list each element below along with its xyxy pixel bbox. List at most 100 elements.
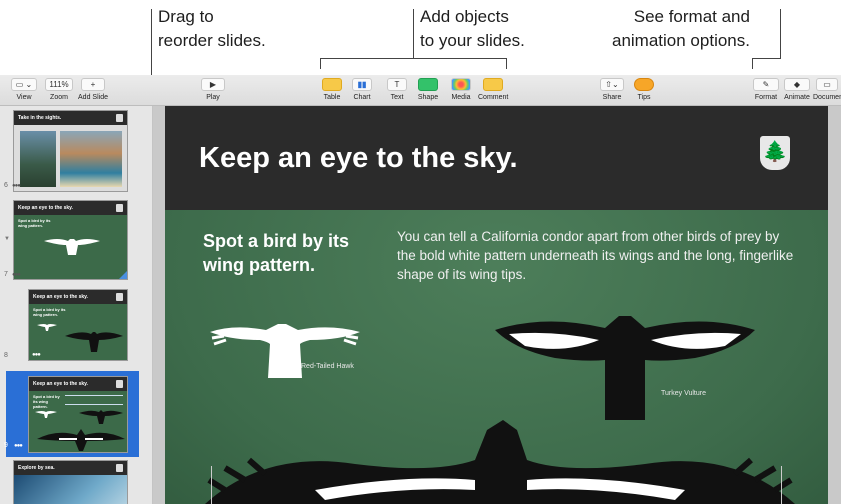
thumbnail-title: Explore by sea.	[14, 461, 127, 475]
build-dots: ●●●	[12, 272, 21, 278]
table-button[interactable]: Table	[320, 78, 344, 103]
zoom-label: Zoom	[50, 94, 68, 101]
hawk-label: Red-Tailed Hawk	[301, 363, 354, 370]
share-label: Share	[602, 94, 622, 101]
build-dots: ●●●	[14, 443, 23, 449]
callout-line	[506, 58, 507, 69]
comment-button[interactable]: Comment	[478, 78, 508, 103]
plus-icon: +	[81, 78, 105, 91]
play-icon: ▶	[201, 78, 225, 91]
add-slide-button[interactable]: + Add Slide	[78, 78, 108, 103]
callout-line	[320, 58, 507, 59]
comment-icon	[483, 78, 503, 91]
thumbnail-corner	[119, 271, 127, 279]
document-label: Document	[813, 94, 841, 101]
share-button[interactable]: ⇧⌄ Share	[598, 78, 626, 103]
media-icon	[451, 78, 471, 91]
lightbulb-icon	[634, 78, 654, 91]
photo-waterfall	[60, 131, 122, 187]
slide-thumbnail-7[interactable]: Keep an eye to the sky. Spot a bird by i…	[13, 200, 128, 280]
tree-logo-icon	[116, 114, 123, 122]
document-button[interactable]: ▭ Document	[813, 78, 841, 103]
chart-button[interactable]: ▮▮ Chart	[350, 78, 374, 103]
slide-thumbnail-10[interactable]: Explore by sea.	[13, 460, 128, 504]
guide-line	[211, 466, 212, 504]
build-dots: ●●●	[12, 183, 21, 189]
bird-silhouette-icon	[79, 410, 123, 424]
slide-number: 7	[4, 271, 8, 278]
paintbrush-icon: ✎	[753, 78, 779, 91]
format-button[interactable]: ✎ Format	[752, 78, 780, 103]
chart-icon: ▮▮	[352, 78, 372, 91]
slide-canvas[interactable]: Keep an eye to the sky. 🌲 Spot a bird by…	[153, 106, 841, 504]
callout-add-objects: Add objects to your slides.	[420, 7, 525, 50]
slide-thumbnail-6[interactable]: Take in the sights.	[13, 110, 128, 192]
add-slide-label: Add Slide	[78, 94, 108, 101]
play-label: Play	[206, 94, 220, 101]
shape-icon	[418, 78, 438, 91]
bird-silhouette-icon	[44, 239, 100, 255]
vulture-silhouette-icon[interactable]	[495, 310, 755, 420]
callout-format-options: See format and animation options.	[612, 7, 750, 50]
slide-navigator[interactable]: Take in the sights. 6 ●●● Keep an eye to…	[0, 106, 153, 504]
tree-logo-icon	[116, 204, 123, 212]
bird-silhouette-icon	[35, 411, 57, 418]
callout-drag-slides: Drag to reorder slides.	[158, 7, 266, 50]
photo-kayak	[14, 475, 127, 504]
tree-logo-icon	[116, 293, 123, 301]
format-label: Format	[754, 94, 778, 101]
slide-thumbnail-8[interactable]: Keep an eye to the sky. Spot a bird by i…	[28, 289, 128, 361]
condor-silhouette-icon[interactable]	[205, 420, 795, 504]
text-icon: T	[387, 78, 407, 91]
thumbnail-body-lines	[65, 395, 123, 405]
bird-silhouette-icon	[37, 429, 125, 451]
callout-line	[780, 9, 781, 58]
build-dots: ●●●	[32, 352, 41, 358]
slide-subhead[interactable]: Spot a bird by its wing pattern.	[203, 229, 383, 277]
shape-label: Shape	[417, 94, 439, 101]
zoom-value: 111%	[45, 78, 73, 91]
comment-label: Comment	[478, 94, 509, 101]
media-button[interactable]: Media	[448, 78, 474, 103]
zoom-select[interactable]: 111% Zoom	[45, 78, 73, 103]
thumbnail-title: Keep an eye to the sky.	[29, 290, 127, 304]
view-label: View	[16, 94, 32, 101]
text-label: Text	[390, 94, 404, 101]
view-button[interactable]: ▭ ⌄ View	[10, 78, 38, 103]
thumbnail-title: Keep an eye to the sky.	[29, 377, 127, 391]
thumbnail-subtitle: Spot a bird by its wing pattern.	[33, 307, 66, 317]
callout-line	[320, 58, 321, 69]
thumbnail-subtitle: Spot a bird by its wing pattern.	[18, 218, 51, 228]
tips-button[interactable]: Tips	[632, 78, 656, 103]
share-icon: ⇧⌄	[600, 78, 624, 91]
tree-logo-icon	[116, 380, 123, 388]
slide-number: 6	[4, 182, 8, 189]
view-menu-icon: ▭ ⌄	[11, 78, 37, 91]
slide-body-text[interactable]: You can tell a California condor apart f…	[397, 227, 797, 284]
callout-line	[413, 9, 414, 58]
callout-line	[752, 58, 753, 69]
thumbnail-title: Keep an eye to the sky.	[14, 201, 127, 215]
disclosure-triangle-icon[interactable]: ▼	[4, 236, 10, 242]
vulture-label: Turkey Vulture	[661, 390, 706, 397]
table-label: Table	[323, 94, 341, 101]
slide-number: 8	[4, 352, 8, 359]
hawk-silhouette-icon[interactable]	[210, 318, 360, 380]
table-icon	[322, 78, 342, 91]
thumbnail-subtitle: Spot a bird by its wing pattern.	[33, 394, 60, 409]
animate-icon: ◆	[784, 78, 810, 91]
thumbnail-title: Take in the sights.	[14, 111, 127, 125]
bird-silhouette-icon	[37, 324, 57, 331]
slide-thumbnail-9[interactable]: Keep an eye to the sky. Spot a bird by i…	[28, 376, 128, 453]
media-label: Media	[451, 94, 471, 101]
slide-number: 9	[4, 442, 8, 449]
bird-silhouette-icon	[65, 332, 123, 352]
chart-label: Chart	[353, 94, 371, 101]
animate-button[interactable]: ◆ Animate	[782, 78, 812, 103]
slide-title[interactable]: Keep an eye to the sky.	[199, 142, 518, 175]
shape-button[interactable]: Shape	[415, 78, 441, 103]
tree-logo-icon: 🌲	[760, 136, 790, 170]
play-button[interactable]: ▶ Play	[200, 78, 226, 103]
text-button[interactable]: T Text	[385, 78, 409, 103]
slide[interactable]: Keep an eye to the sky. 🌲 Spot a bird by…	[165, 106, 828, 504]
